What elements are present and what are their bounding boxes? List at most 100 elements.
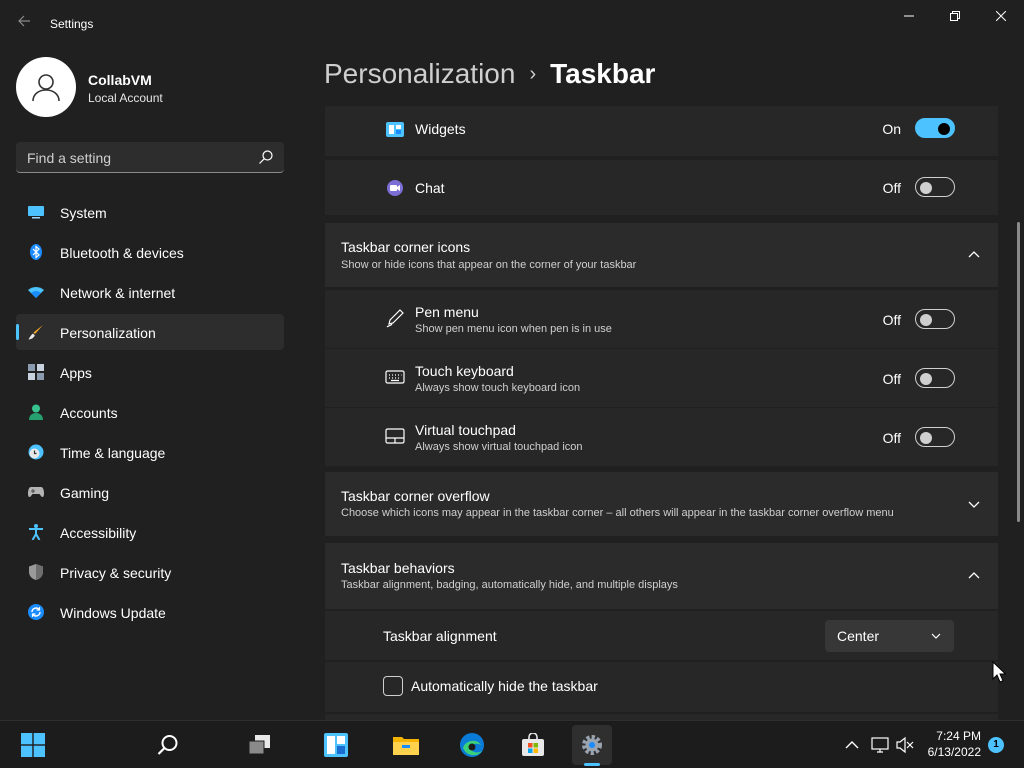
clock-time[interactable]: 7:24 PM (936, 729, 981, 743)
virtual-touchpad-row: Virtual touchpad Always show virtual tou… (325, 408, 998, 466)
touchpad-icon (385, 428, 405, 444)
widgets-icon (324, 733, 348, 757)
virtual-touchpad-description: Always show virtual touchpad icon (415, 441, 583, 453)
clock-date[interactable]: 6/13/2022 (928, 745, 981, 759)
minimize-icon (904, 15, 914, 17)
touch-keyboard-toggle[interactable] (915, 368, 955, 388)
chevron-down-icon (931, 633, 941, 639)
store-button[interactable] (513, 725, 553, 765)
file-explorer-button[interactable] (386, 725, 426, 765)
toggle-knob (920, 373, 932, 385)
sidebar-item-accessibility[interactable]: Accessibility (16, 514, 284, 550)
chat-icon (387, 180, 403, 196)
chevron-up-icon[interactable] (966, 568, 982, 584)
settings-taskbar-button[interactable] (572, 725, 612, 765)
sidebar-item-label: Privacy & security (60, 565, 172, 581)
back-button[interactable] (14, 14, 34, 34)
window-title: Settings (50, 17, 94, 31)
corner-icons-header[interactable]: Taskbar corner icons Show or hide icons … (325, 223, 998, 287)
system-taskbar: 7:24 PM 6/13/2022 1 (0, 720, 1024, 768)
apps-icon (28, 364, 44, 380)
sidebar-item-personalization[interactable]: Personalization (16, 314, 284, 350)
virtual-touchpad-title: Virtual touchpad (415, 422, 516, 438)
page-title: Taskbar (550, 58, 656, 89)
restore-icon (950, 11, 960, 21)
restore-button[interactable] (932, 4, 978, 28)
touch-keyboard-row: Touch keyboard Always show touch keyboar… (325, 349, 998, 407)
toggle-knob (920, 314, 932, 326)
sidebar-item-time-language[interactable]: Time & language (16, 434, 284, 470)
mouse-cursor-icon (992, 661, 1006, 683)
toggle-knob (920, 432, 932, 444)
chevron-up-icon[interactable] (966, 247, 982, 263)
close-button[interactable] (978, 4, 1024, 28)
pen-menu-toggle[interactable] (915, 309, 955, 329)
avatar[interactable] (16, 57, 76, 117)
sidebar-item-label: Time & language (60, 445, 166, 461)
monitor-icon (28, 206, 44, 219)
widgets-taskbar-button[interactable] (316, 725, 356, 765)
corner-icons-description: Show or hide icons that appear on the co… (341, 259, 637, 271)
edge-icon (460, 733, 484, 757)
profile-account-type: Local Account (88, 91, 163, 105)
close-icon (996, 11, 1006, 21)
pen-menu-description: Show pen menu icon when pen is in use (415, 323, 612, 335)
sidebar-item-label: Accessibility (60, 525, 137, 541)
behaviors-header[interactable]: Taskbar behaviors Taskbar alignment, bad… (325, 543, 998, 609)
widgets-toggle[interactable] (915, 118, 955, 138)
sidebar-item-label: Accounts (60, 405, 118, 421)
sidebar-item-windows-update[interactable]: Windows Update (16, 594, 284, 630)
sidebar-item-bluetooth[interactable]: Bluetooth & devices (16, 234, 284, 270)
user-icon (32, 74, 60, 102)
search-icon (259, 150, 273, 164)
behaviors-description: Taskbar alignment, badging, automaticall… (341, 579, 678, 591)
start-button[interactable] (13, 725, 53, 765)
behaviors-title: Taskbar behaviors (341, 560, 455, 576)
alignment-dropdown[interactable]: Center (825, 620, 954, 652)
touch-keyboard-description: Always show touch keyboard icon (415, 382, 581, 394)
sidebar-item-apps[interactable]: Apps (16, 354, 284, 390)
keyboard-icon (385, 370, 405, 384)
touch-keyboard-state: Off (882, 371, 901, 387)
chat-state: Off (882, 180, 901, 196)
sidebar-item-network[interactable]: Network & internet (16, 274, 284, 310)
volume-muted-icon[interactable] (896, 736, 914, 754)
paintbrush-icon (28, 325, 43, 340)
breadcrumb-parent[interactable]: Personalization (324, 58, 515, 89)
sidebar-item-label: Gaming (60, 485, 110, 501)
network-icon[interactable] (871, 736, 889, 754)
virtual-touchpad-toggle[interactable] (915, 427, 955, 447)
windows-logo-icon (21, 733, 45, 757)
update-icon (28, 604, 44, 620)
alignment-value: Center (837, 628, 880, 644)
sidebar-item-privacy-security[interactable]: Privacy & security (16, 554, 284, 590)
corner-overflow-header[interactable]: Taskbar corner overflow Choose which ico… (325, 472, 998, 536)
toggle-knob (938, 123, 950, 135)
pen-menu-state: Off (882, 312, 901, 328)
sidebar-item-label: Apps (60, 365, 92, 381)
sidebar-item-label: Personalization (60, 325, 156, 341)
accessibility-icon (29, 524, 43, 540)
chat-toggle[interactable] (915, 177, 955, 197)
sidebar-item-accounts[interactable]: Accounts (16, 394, 284, 430)
search-input[interactable]: Find a setting (16, 142, 284, 173)
sidebar-item-label: System (60, 205, 107, 221)
chevron-down-icon[interactable] (966, 496, 982, 512)
sidebar-item-system[interactable]: System (16, 194, 284, 230)
bluetooth-icon (30, 244, 42, 260)
pen-icon (386, 309, 404, 328)
search-placeholder: Find a setting (27, 150, 112, 166)
shield-icon (29, 564, 43, 580)
widgets-row: Widgets On (325, 106, 998, 156)
pen-menu-title: Pen menu (415, 304, 479, 320)
autohide-label[interactable]: Automatically hide the taskbar (411, 678, 598, 694)
notification-badge[interactable]: 1 (988, 737, 1004, 753)
minimize-button[interactable] (886, 4, 932, 28)
scrollbar[interactable] (1017, 222, 1020, 522)
chevron-up-icon[interactable] (843, 736, 861, 754)
taskbar-search-button[interactable] (148, 725, 188, 765)
autohide-checkbox[interactable] (383, 676, 403, 696)
edge-button[interactable] (452, 725, 492, 765)
sidebar-item-gaming[interactable]: Gaming (16, 474, 284, 510)
task-view-button[interactable] (239, 725, 279, 765)
